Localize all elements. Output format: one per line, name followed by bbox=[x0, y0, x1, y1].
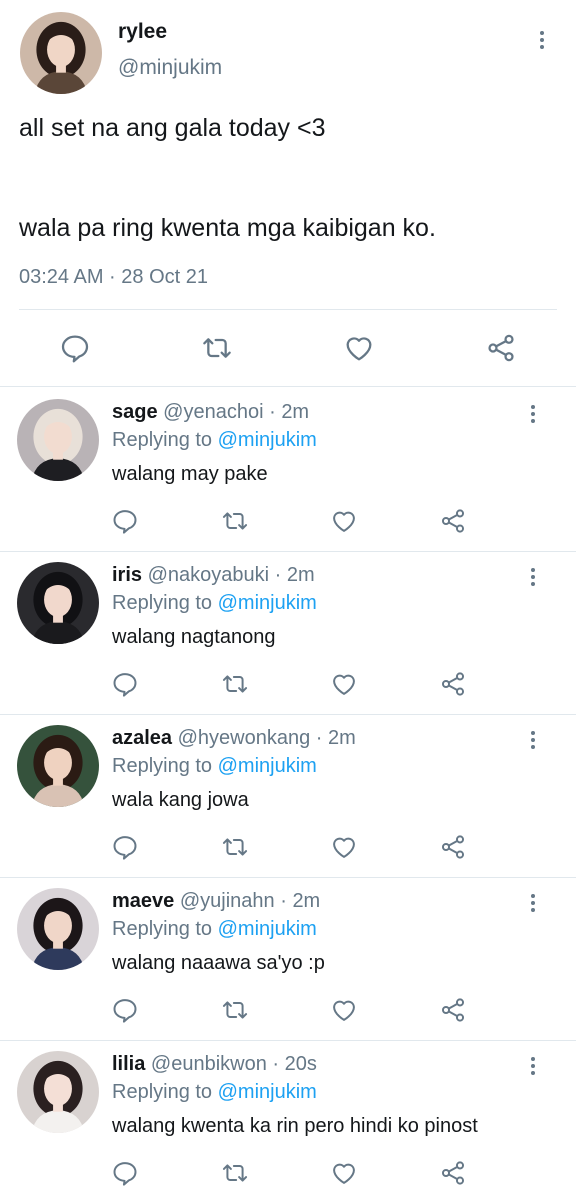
share-icon[interactable] bbox=[439, 1159, 467, 1187]
replying-to-label: Replying to bbox=[112, 429, 218, 451]
heart-icon[interactable] bbox=[330, 507, 358, 535]
replying-to: Replying to @minjukim bbox=[112, 429, 317, 452]
more-options-icon[interactable] bbox=[521, 564, 545, 590]
mention-link[interactable]: @minjukim bbox=[218, 918, 317, 940]
replying-to: Replying to @minjukim bbox=[112, 592, 317, 615]
heart-icon[interactable] bbox=[343, 332, 375, 364]
replying-to: Replying to @minjukim bbox=[112, 918, 317, 941]
separator-dot: · bbox=[263, 401, 282, 423]
mention-link[interactable]: @minjukim bbox=[218, 1081, 317, 1103]
author-name[interactable]: iris bbox=[112, 564, 142, 586]
avatar[interactable] bbox=[17, 562, 99, 644]
reply-header: lilia @eunbikwon · 20s bbox=[112, 1053, 317, 1076]
reply-tweet[interactable]: azalea @hyewonkang · 2m Replying to @minj… bbox=[0, 715, 576, 878]
reply-icon[interactable] bbox=[111, 670, 139, 698]
reply-tweet[interactable]: lilia @eunbikwon · 20s Replying to @minju… bbox=[0, 1041, 576, 1200]
reply-text: walang may pake bbox=[112, 463, 268, 485]
more-options-icon[interactable] bbox=[521, 890, 545, 916]
divider bbox=[19, 309, 557, 310]
avatar[interactable] bbox=[20, 12, 102, 94]
heart-icon[interactable] bbox=[330, 996, 358, 1024]
author-handle[interactable]: @eunbikwon bbox=[151, 1053, 267, 1075]
reply-icon[interactable] bbox=[111, 1159, 139, 1187]
replying-to: Replying to @minjukim bbox=[112, 1081, 317, 1104]
avatar[interactable] bbox=[17, 1051, 99, 1133]
replying-to-label: Replying to bbox=[112, 918, 218, 940]
reply-icon[interactable] bbox=[111, 833, 139, 861]
tweet-timestamp[interactable]: 03:24 AM · 28 Oct 21 bbox=[19, 266, 208, 289]
retweet-icon[interactable] bbox=[221, 670, 249, 698]
tweet-text-line-2: wala pa ring kwenta mga kaibigan ko. bbox=[19, 214, 436, 242]
reply-timestamp: 2m bbox=[328, 727, 356, 749]
retweet-icon[interactable] bbox=[201, 332, 233, 364]
reply-text: walang naaawa sa'yo :p bbox=[112, 952, 325, 974]
author-name[interactable]: lilia bbox=[112, 1053, 145, 1075]
reply-text: walang nagtanong bbox=[112, 626, 276, 648]
replying-to-label: Replying to bbox=[112, 755, 218, 777]
reply-icon[interactable] bbox=[111, 507, 139, 535]
separator-dot: · bbox=[266, 1053, 285, 1075]
share-icon[interactable] bbox=[439, 833, 467, 861]
author-name[interactable]: rylee bbox=[118, 20, 167, 44]
author-name[interactable]: maeve bbox=[112, 890, 174, 912]
mention-link[interactable]: @minjukim bbox=[218, 592, 317, 614]
retweet-icon[interactable] bbox=[221, 833, 249, 861]
replying-to-label: Replying to bbox=[112, 592, 218, 614]
reply-icon[interactable] bbox=[111, 996, 139, 1024]
separator-dot: · bbox=[310, 727, 329, 749]
reply-icon[interactable] bbox=[59, 332, 91, 364]
author-name[interactable]: azalea bbox=[112, 727, 172, 749]
reply-tweet[interactable]: iris @nakoyabuki · 2m Replying to @minjuk… bbox=[0, 552, 576, 715]
heart-icon[interactable] bbox=[330, 1159, 358, 1187]
tweet-text-line-1: all set na ang gala today <3 bbox=[19, 114, 326, 142]
reply-header: maeve @yujinahn · 2m bbox=[112, 890, 320, 913]
reply-timestamp: 20s bbox=[284, 1053, 317, 1075]
author-handle[interactable]: @minjukim bbox=[118, 56, 222, 80]
heart-icon[interactable] bbox=[330, 833, 358, 861]
author-handle[interactable]: @hyewonkang bbox=[178, 727, 311, 749]
author-handle[interactable]: @yujinahn bbox=[180, 890, 275, 912]
retweet-icon[interactable] bbox=[221, 507, 249, 535]
author-handle[interactable]: @yenachoi bbox=[163, 401, 263, 423]
avatar[interactable] bbox=[17, 725, 99, 807]
reply-header: iris @nakoyabuki · 2m bbox=[112, 564, 315, 587]
retweet-icon[interactable] bbox=[221, 1159, 249, 1187]
share-icon[interactable] bbox=[439, 996, 467, 1024]
replying-to: Replying to @minjukim bbox=[112, 755, 317, 778]
more-options-icon[interactable] bbox=[521, 1053, 545, 1079]
more-options-icon[interactable] bbox=[530, 27, 554, 53]
more-options-icon[interactable] bbox=[521, 401, 545, 427]
replying-to-label: Replying to bbox=[112, 1081, 218, 1103]
share-icon[interactable] bbox=[485, 332, 517, 364]
reply-text: walang kwenta ka rin pero hindi ko pinos… bbox=[112, 1115, 478, 1137]
retweet-icon[interactable] bbox=[221, 996, 249, 1024]
reply-text: wala kang jowa bbox=[112, 789, 249, 811]
mention-link[interactable]: @minjukim bbox=[218, 429, 317, 451]
reply-timestamp: 2m bbox=[286, 564, 315, 586]
avatar[interactable] bbox=[17, 399, 99, 481]
reply-tweet[interactable]: maeve @yujinahn · 2m Replying to @minjuki… bbox=[0, 878, 576, 1041]
avatar[interactable] bbox=[17, 888, 99, 970]
heart-icon[interactable] bbox=[330, 670, 358, 698]
share-icon[interactable] bbox=[439, 670, 467, 698]
reply-tweet[interactable]: sage @yenachoi · 2m Replying to @minjukim… bbox=[0, 389, 576, 552]
author-handle[interactable]: @nakoyabuki bbox=[148, 564, 269, 586]
more-options-icon[interactable] bbox=[521, 727, 545, 753]
reply-header: sage @yenachoi · 2m bbox=[112, 401, 309, 424]
reply-timestamp: 2m bbox=[292, 890, 321, 912]
separator-dot: · bbox=[274, 890, 293, 912]
reply-header: azalea @hyewonkang · 2m bbox=[112, 727, 356, 750]
author-name[interactable]: sage bbox=[112, 401, 158, 423]
mention-link[interactable]: @minjukim bbox=[218, 755, 317, 777]
main-tweet: rylee @minjukim all set na ang gala toda… bbox=[0, 0, 576, 387]
reply-timestamp: 2m bbox=[281, 401, 310, 423]
share-icon[interactable] bbox=[439, 507, 467, 535]
separator-dot: · bbox=[269, 564, 287, 586]
